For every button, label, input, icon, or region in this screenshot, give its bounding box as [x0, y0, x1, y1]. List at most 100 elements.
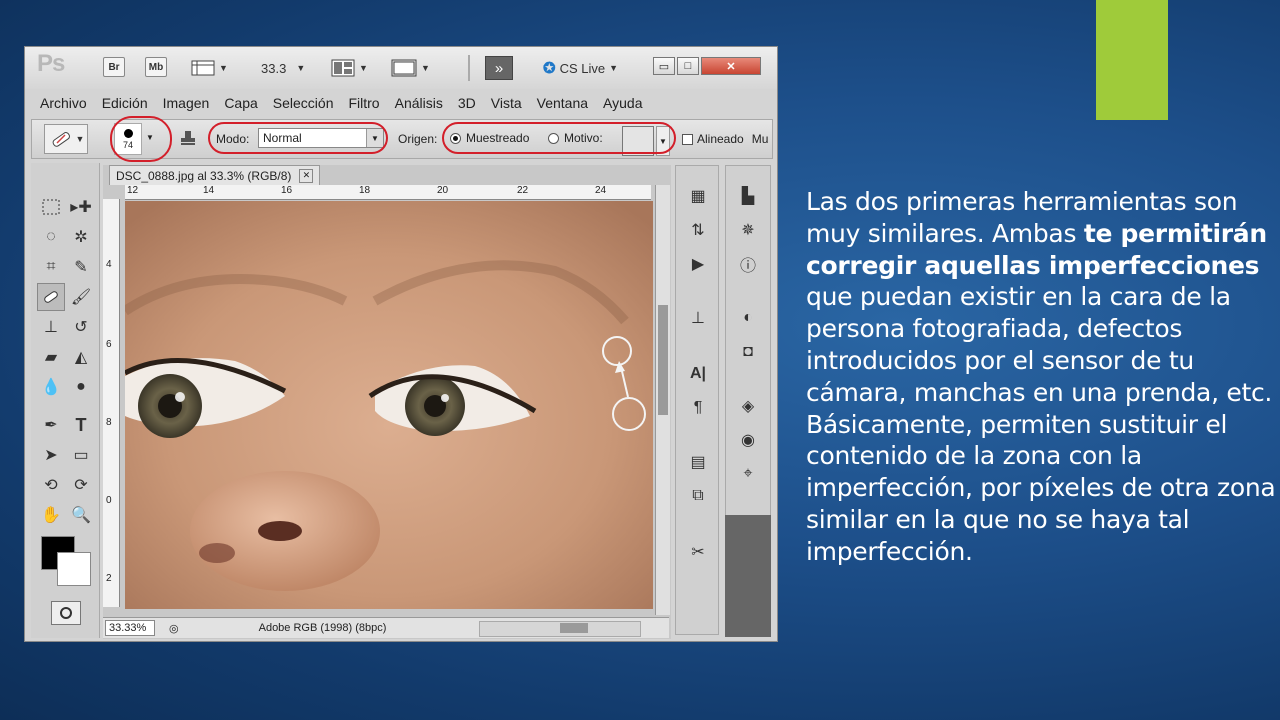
paths-panel-icon[interactable]: ⌖ [736, 462, 760, 486]
maximize-button[interactable]: □ [677, 57, 699, 75]
horizontal-scrollbar[interactable] [479, 621, 641, 637]
close-button[interactable]: ✕ [701, 57, 761, 75]
ruler-tick: 12 [127, 185, 139, 196]
healing-brush-icon[interactable] [37, 283, 65, 311]
view-extras-button[interactable]: ▼ [191, 57, 228, 79]
highlight-ring-origin [442, 122, 676, 154]
document-title: DSC_0888.jpg al 33.3% (RGB/8) [116, 168, 292, 183]
adjustments-panel-icon[interactable]: ◐ [736, 306, 760, 330]
zoom-level-dropdown[interactable]: 33.3 ▼ [261, 57, 305, 79]
3d-orbit-icon[interactable]: ⟳ [67, 471, 95, 499]
actions-panel-icon[interactable]: ▶ [686, 252, 710, 276]
blur-icon[interactable]: 💧 [37, 373, 65, 401]
quick-mask-icon [60, 607, 72, 619]
slide-text-rest: que puedan existir en la cara de la pers… [806, 282, 1276, 566]
photo-canvas[interactable] [125, 201, 653, 609]
ruler-tick: 18 [359, 185, 371, 196]
zoom-icon[interactable]: 🔍 [67, 501, 95, 529]
chevron-down-icon: ▼ [359, 63, 368, 73]
eraser-icon[interactable]: ▰ [37, 343, 65, 371]
screen-mode-button[interactable]: ▼ [391, 57, 430, 79]
type-icon[interactable]: T [67, 411, 95, 439]
clone-source-panel-icon[interactable]: ⊥ [686, 306, 710, 330]
menu-vista[interactable]: Vista [491, 95, 522, 111]
vertical-scrollbar[interactable] [655, 185, 670, 615]
minibridge-button[interactable]: Mb [145, 57, 167, 77]
minimize-button[interactable]: ▭ [653, 57, 675, 75]
bridge-button[interactable]: Br [103, 57, 125, 77]
shape-icon[interactable]: ▭ [67, 441, 95, 469]
arrange-documents-button[interactable]: ▼ [331, 57, 368, 79]
clone-stamp-icon[interactable]: ⊥ [37, 313, 65, 341]
notes-panel-icon[interactable]: ▤ [686, 450, 710, 474]
photoshop-window: Ps Br Mb ▼ 33.3 ▼ ▼ ▼ » ✪ CS Live ▼ ▭ □ … [24, 46, 778, 642]
3d-rotate-icon[interactable]: ⟲ [37, 471, 65, 499]
layers-panel-icon[interactable]: ◈ [736, 394, 760, 418]
menu-seleccion[interactable]: Selección [273, 95, 334, 111]
menu-analisis[interactable]: Análisis [395, 95, 443, 111]
document-tab[interactable]: DSC_0888.jpg al 33.3% (RGB/8) ✕ [109, 165, 321, 185]
history-brush-icon[interactable]: ↺ [67, 313, 95, 341]
cs-live-label: CS Live [559, 60, 606, 76]
minibridge-panel-icon[interactable]: ▦ [686, 184, 710, 208]
menu-edicion[interactable]: Edición [102, 95, 148, 111]
chevron-down-icon: ▼ [421, 63, 430, 73]
crop-icon[interactable]: ⌗ [37, 253, 65, 281]
pen-icon[interactable]: ✒ [37, 411, 65, 439]
ruler-left: 4 6 8 0 2 [103, 199, 120, 607]
extend-toolbar-button[interactable]: » [485, 56, 513, 80]
document-area: DSC_0888.jpg al 33.3% (RGB/8) ✕ 12 14 16… [103, 165, 671, 639]
empty-panel-area [725, 515, 771, 637]
clone-source-button[interactable] [178, 128, 198, 148]
status-menu-icon[interactable]: ◎ [169, 622, 179, 635]
ruler-top: 12 14 16 18 20 22 24 [125, 185, 651, 200]
menu-filtro[interactable]: Filtro [348, 95, 379, 111]
cs-live-button[interactable]: ✪ CS Live ▼ [543, 57, 618, 79]
move-icon[interactable]: ▸✚ [67, 193, 95, 221]
paragraph-panel-icon[interactable]: ¶ [686, 396, 710, 420]
checkbox-icon [682, 133, 693, 145]
menu-archivo[interactable]: Archivo [40, 95, 87, 111]
zoom-status-field[interactable]: 33.33% [105, 620, 155, 636]
character-panel-icon[interactable]: A| [686, 362, 710, 386]
path-select-icon[interactable]: ➤ [37, 441, 65, 469]
scrollbar-thumb[interactable] [560, 623, 588, 633]
tool-presets-panel-icon[interactable]: ✂ [686, 540, 710, 564]
ruler-tick: 22 [517, 185, 529, 196]
screen-mode-icon [391, 59, 417, 77]
ruler-tick: 16 [281, 185, 293, 196]
menu-capa[interactable]: Capa [224, 95, 257, 111]
menu-3d[interactable]: 3D [458, 95, 476, 111]
aligned-checkbox[interactable]: Alineado Mu [682, 132, 768, 146]
lasso-icon[interactable]: ◌ [37, 223, 65, 251]
menu-ventana[interactable]: Ventana [537, 95, 588, 111]
marquee-icon[interactable] [37, 193, 65, 221]
ruler-tick: 14 [203, 185, 215, 196]
tool-preset-picker[interactable]: ▼ [44, 124, 88, 154]
view-extras-icon [191, 60, 215, 76]
chevron-down-icon: ▼ [296, 63, 306, 73]
layer-comps-panel-icon[interactable]: ⧉ [686, 484, 710, 508]
info-panel-icon[interactable]: ⓘ [736, 252, 760, 276]
menu-ayuda[interactable]: Ayuda [603, 95, 642, 111]
eyedropper-icon[interactable]: ✎ [67, 253, 95, 281]
scrollbar-thumb[interactable] [658, 305, 668, 415]
history-panel-icon[interactable]: ⇅ [686, 218, 710, 242]
chevron-down-icon: ▼ [75, 134, 85, 144]
paint-bucket-icon[interactable]: ◭ [67, 343, 95, 371]
masks-panel-icon[interactable]: ◘ [736, 340, 760, 364]
background-color[interactable] [57, 552, 91, 586]
brush-icon[interactable]: 🖌 [67, 283, 95, 311]
dodge-icon[interactable]: ● [67, 373, 95, 401]
ruler-tick: 8 [106, 417, 112, 428]
menu-imagen[interactable]: Imagen [163, 95, 210, 111]
histogram-panel-icon[interactable]: ▙ [736, 184, 760, 208]
menu-bar: Archivo Edición Imagen Capa Selección Fi… [25, 91, 777, 115]
quick-mask-button[interactable] [51, 601, 81, 625]
magic-wand-icon[interactable]: ✲ [67, 223, 95, 251]
zoom-level: 33.3 [261, 60, 287, 76]
navigator-panel-icon[interactable]: ✵ [736, 218, 760, 242]
hand-icon[interactable]: ✋ [37, 501, 65, 529]
close-icon[interactable]: ✕ [299, 168, 314, 183]
channels-panel-icon[interactable]: ◉ [736, 428, 760, 452]
